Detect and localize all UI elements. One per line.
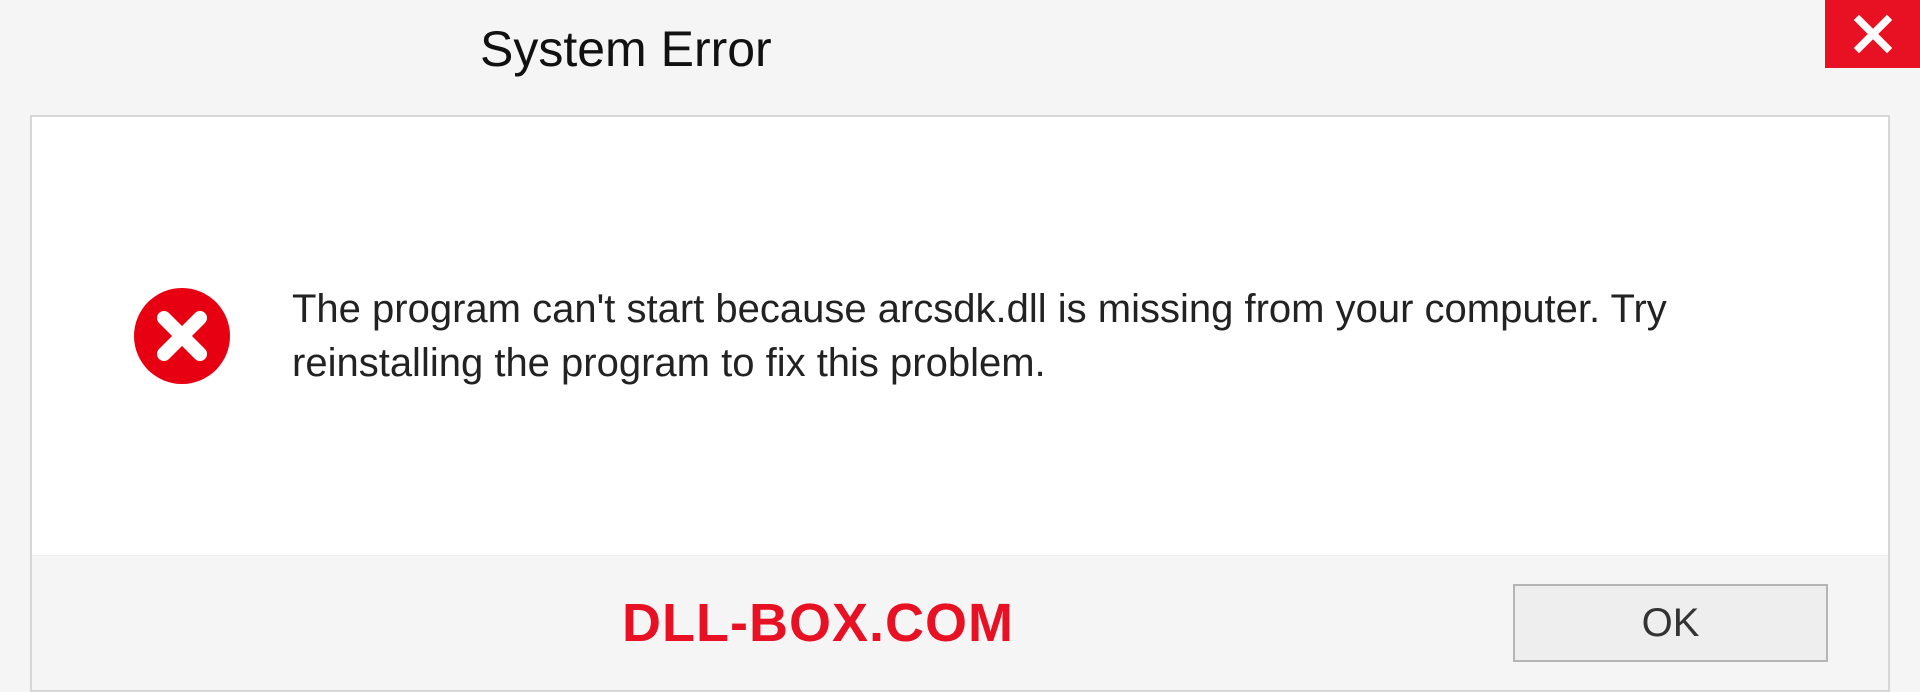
ok-button[interactable]: OK xyxy=(1513,584,1828,662)
button-row: DLL-BOX.COM OK xyxy=(32,555,1888,690)
close-icon xyxy=(1852,13,1894,55)
close-button[interactable] xyxy=(1825,0,1920,68)
system-error-dialog: System Error The program can't start bec… xyxy=(0,0,1920,692)
titlebar: System Error xyxy=(0,0,1920,90)
error-message-text: The program can't start because arcsdk.d… xyxy=(292,282,1808,390)
message-area: The program can't start because arcsdk.d… xyxy=(32,117,1888,555)
ok-button-label: OK xyxy=(1642,601,1700,646)
dialog-title: System Error xyxy=(480,20,772,78)
watermark-text: DLL-BOX.COM xyxy=(622,592,1014,654)
content-panel: The program can't start because arcsdk.d… xyxy=(30,115,1890,692)
error-circle-x-icon xyxy=(132,286,232,386)
